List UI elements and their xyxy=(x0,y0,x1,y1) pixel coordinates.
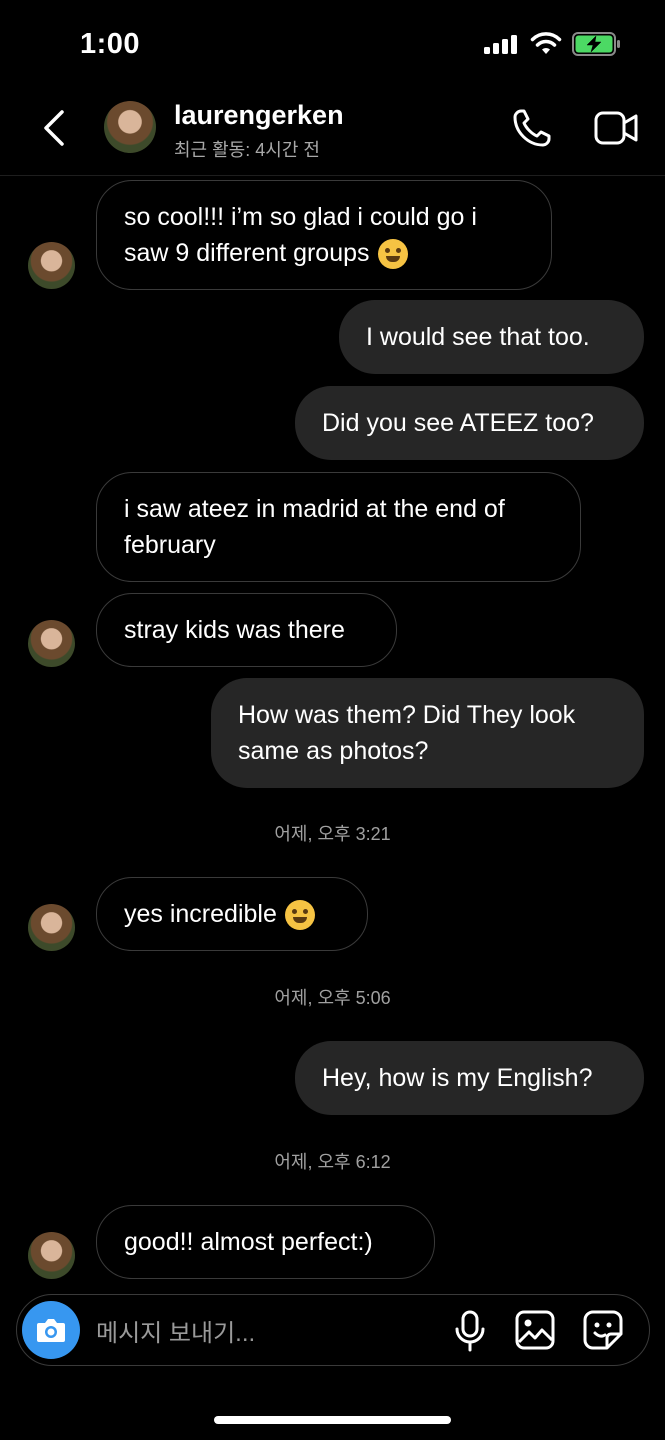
message-outgoing[interactable]: I would see that too. xyxy=(339,300,644,374)
message-incoming[interactable]: i saw ateez in madrid at the end of febr… xyxy=(96,472,581,582)
message-incoming[interactable]: good!! almost perfect:) xyxy=(96,1205,435,1279)
sender-avatar[interactable] xyxy=(28,1232,75,1279)
message-text: How was them? Did They look same as phot… xyxy=(238,701,576,765)
home-indicator[interactable] xyxy=(214,1416,451,1424)
chat-username[interactable]: laurengerken xyxy=(174,100,344,131)
phone-call-icon[interactable] xyxy=(512,108,552,148)
message-text: stray kids was there xyxy=(124,616,345,644)
sticker-icon[interactable] xyxy=(583,1310,623,1350)
back-chevron-icon[interactable] xyxy=(38,108,72,148)
header-divider xyxy=(0,175,665,176)
message-text: I would see that too. xyxy=(366,323,590,351)
message-timestamp: 어제, 오후 5:06 xyxy=(274,988,391,1008)
message-text: Hey, how is my English? xyxy=(322,1064,593,1092)
video-call-icon[interactable] xyxy=(594,110,638,146)
battery-charging-icon xyxy=(572,32,620,56)
message-incoming[interactable]: yes incredible xyxy=(96,877,368,951)
message-outgoing[interactable]: How was them? Did They look same as phot… xyxy=(211,678,644,788)
message-text: Did you see ATEEZ too? xyxy=(322,409,594,437)
sender-avatar[interactable] xyxy=(28,620,75,667)
message-incoming[interactable]: stray kids was there xyxy=(96,593,397,667)
camera-button[interactable] xyxy=(22,1301,80,1359)
message-input[interactable]: 메시지 보내기... xyxy=(96,1313,255,1348)
star-struck-emoji-icon xyxy=(284,900,315,931)
sender-avatar[interactable] xyxy=(28,904,75,951)
message-text: so cool!!! i’m so glad i could go i saw … xyxy=(124,203,477,267)
camera-icon xyxy=(37,1319,65,1342)
gallery-icon[interactable] xyxy=(515,1310,555,1350)
message-timestamp: 어제, 오후 6:12 xyxy=(274,1152,391,1172)
message-text: yes incredible xyxy=(124,900,277,928)
profile-avatar[interactable] xyxy=(104,101,156,153)
message-timestamp: 어제, 오후 3:21 xyxy=(274,824,391,844)
status-time: 1:00 xyxy=(80,28,141,60)
message-incoming[interactable]: so cool!!! i’m so glad i could go i saw … xyxy=(96,180,552,290)
message-outgoing[interactable]: Did you see ATEEZ too? xyxy=(295,386,644,460)
microphone-icon[interactable] xyxy=(454,1310,486,1352)
wifi-icon xyxy=(530,32,562,54)
last-active-status: 최근 활동: 4시간 전 xyxy=(174,140,320,160)
message-text: i saw ateez in madrid at the end of febr… xyxy=(124,495,505,559)
message-outgoing[interactable]: Hey, how is my English? xyxy=(295,1041,644,1115)
cellular-signal-icon xyxy=(484,35,517,54)
sender-avatar[interactable] xyxy=(28,242,75,289)
message-text: good!! almost perfect:) xyxy=(124,1228,373,1256)
sweat-smile-emoji-icon xyxy=(377,239,408,270)
